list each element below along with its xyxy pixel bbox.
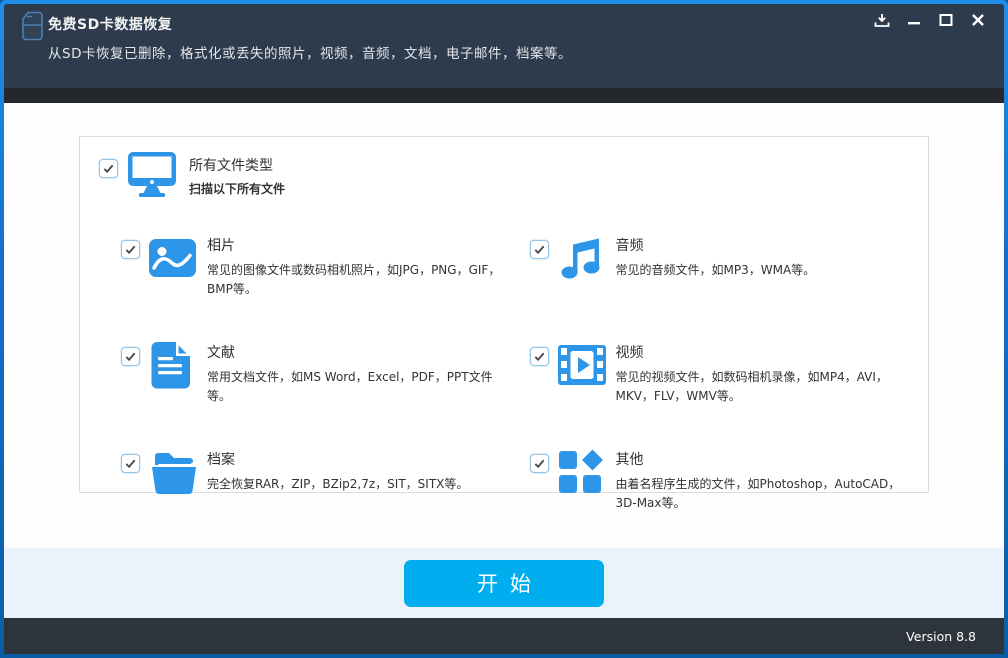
category-title: 音频 xyxy=(616,235,816,255)
category-title: 相片 xyxy=(207,235,502,255)
category-archives: 档案 完全恢复RAR，ZIP，BZip2,7z，SIT，SITX等。 xyxy=(121,449,502,512)
window-title: 免费SD卡数据恢复 xyxy=(48,12,990,34)
file-types-panel: 所有文件类型 扫描以下所有文件 xyxy=(79,136,929,493)
category-text: 其他 由着名程序生成的文件，如Photoshop，AutoCAD，3D-Max等… xyxy=(616,449,911,512)
archives-checkbox[interactable] xyxy=(121,454,140,473)
close-icon[interactable] xyxy=(966,10,990,30)
version-label: Version 8.8 xyxy=(906,629,976,644)
category-text: 音频 常见的音频文件，如MP3，WMA等。 xyxy=(616,235,816,280)
music-note-icon xyxy=(558,235,605,282)
category-text: 相片 常见的图像文件或数码相机照片，如JPG，PNG，GIF，BMP等。 xyxy=(207,235,502,298)
all-files-text: 所有文件类型 扫描以下所有文件 xyxy=(189,152,285,197)
category-others: 其他 由着名程序生成的文件，如Photoshop，AutoCAD，3D-Max等… xyxy=(530,449,911,512)
download-icon[interactable] xyxy=(870,10,894,30)
photo-icon xyxy=(149,235,196,282)
shapes-grid-icon xyxy=(558,449,605,496)
category-video: 视频 常见的视频文件，如数码相机录像，如MP4，AVI，MKV，FLV，WMV等… xyxy=(530,342,911,405)
all-files-subtitle: 扫描以下所有文件 xyxy=(189,180,285,197)
minimize-icon[interactable] xyxy=(902,10,926,30)
monitor-icon xyxy=(128,152,176,202)
category-title: 档案 xyxy=(207,449,468,469)
category-text: 视频 常见的视频文件，如数码相机录像，如MP4，AVI，MKV，FLV，WMV等… xyxy=(616,342,911,405)
open-folder-icon xyxy=(149,449,196,496)
all-files-checkbox[interactable] xyxy=(99,159,118,178)
main-area: 所有文件类型 扫描以下所有文件 xyxy=(4,103,1004,548)
documents-checkbox[interactable] xyxy=(121,347,140,366)
category-desc: 完全恢复RAR，ZIP，BZip2,7z，SIT，SITX等。 xyxy=(207,475,468,494)
category-title: 其他 xyxy=(616,449,911,469)
sd-card-icon xyxy=(20,11,46,41)
status-bar: Version 8.8 xyxy=(4,618,1004,654)
category-audio: 音频 常见的音频文件，如MP3，WMA等。 xyxy=(530,235,911,298)
window-subtitle: 从SD卡恢复已删除，格式化或丢失的照片，视频，音频，文档，电子邮件，档案等。 xyxy=(48,42,990,62)
photos-checkbox[interactable] xyxy=(121,240,140,259)
all-files-title: 所有文件类型 xyxy=(189,152,285,175)
window-controls xyxy=(870,10,990,30)
filmstrip-play-icon xyxy=(558,342,605,389)
category-grid: 相片 常见的图像文件或数码相机照片，如JPG，PNG，GIF，BMP等。 xyxy=(90,202,918,513)
category-photos: 相片 常见的图像文件或数码相机照片，如JPG，PNG，GIF，BMP等。 xyxy=(121,235,502,298)
category-text: 档案 完全恢复RAR，ZIP，BZip2,7z，SIT，SITX等。 xyxy=(207,449,468,494)
start-button[interactable]: 开始 xyxy=(404,560,604,607)
app-window: 免费SD卡数据恢复 从SD卡恢复已删除，格式化或丢失的照片，视频，音频，文档，电… xyxy=(0,0,1008,658)
document-icon xyxy=(149,342,196,389)
category-desc: 常见的图像文件或数码相机照片，如JPG，PNG，GIF，BMP等。 xyxy=(207,261,502,298)
title-bar: 免费SD卡数据恢复 从SD卡恢复已删除，格式化或丢失的照片，视频，音频，文档，电… xyxy=(4,4,1004,88)
category-desc: 常见的视频文件，如数码相机录像，如MP4，AVI，MKV，FLV，WMV等。 xyxy=(616,368,911,405)
audio-checkbox[interactable] xyxy=(530,240,549,259)
maximize-icon[interactable] xyxy=(934,10,958,30)
category-title: 视频 xyxy=(616,342,911,362)
others-checkbox[interactable] xyxy=(530,454,549,473)
category-text: 文献 常用文档文件，如MS Word，Excel，PDF，PPT文件等。 xyxy=(207,342,502,405)
category-desc: 由着名程序生成的文件，如Photoshop，AutoCAD，3D-Max等。 xyxy=(616,475,911,512)
category-desc: 常见的音频文件，如MP3，WMA等。 xyxy=(616,261,816,280)
category-title: 文献 xyxy=(207,342,502,362)
video-checkbox[interactable] xyxy=(530,347,549,366)
category-desc: 常用文档文件，如MS Word，Excel，PDF，PPT文件等。 xyxy=(207,368,502,405)
category-documents: 文献 常用文档文件，如MS Word，Excel，PDF，PPT文件等。 xyxy=(121,342,502,405)
header-divider-strip xyxy=(4,88,1004,103)
footer-bar: 开始 xyxy=(4,548,1004,618)
all-file-types-row: 所有文件类型 扫描以下所有文件 xyxy=(90,152,918,202)
